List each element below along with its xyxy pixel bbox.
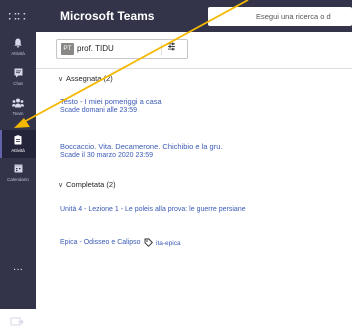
rail-item-activity[interactable]: Attività bbox=[0, 38, 36, 60]
bell-icon bbox=[0, 38, 36, 50]
rail-label: Calendario bbox=[7, 177, 29, 182]
rail-label: Team bbox=[12, 111, 24, 116]
completed-section-header[interactable]: ∨ Completata (2) bbox=[58, 180, 116, 189]
app-launcher-icon[interactable]: ∷∷ bbox=[8, 8, 26, 24]
chat-icon bbox=[0, 68, 36, 80]
app-rail: Attività Chat Team Attività Calendario ·… bbox=[0, 32, 36, 326]
app-title: Microsoft Teams bbox=[60, 9, 155, 23]
assignments-icon bbox=[0, 135, 36, 147]
completed-task-title[interactable]: Epica - Odisseo e Calipso bbox=[60, 239, 141, 246]
window-edge bbox=[352, 0, 358, 309]
team-icon bbox=[0, 98, 36, 110]
rail-label: Attività bbox=[11, 51, 25, 56]
chevron-down-icon: ∨ bbox=[58, 182, 64, 189]
calendar-icon bbox=[0, 164, 36, 176]
settings-sliders-icon[interactable] bbox=[167, 42, 176, 53]
assignments-panel: PT prof. TIDU ∨ Assegnata (2) Testo - I m… bbox=[36, 32, 352, 309]
help-icon[interactable] bbox=[10, 314, 24, 326]
tag-label[interactable]: ita-epica bbox=[156, 240, 181, 247]
assigned-section-header[interactable]: ∨ Assegnata (2) bbox=[58, 74, 113, 83]
assigned-task-title[interactable]: Boccaccio. Vita. Decamerone. Chichibio e… bbox=[60, 142, 222, 151]
assigned-task-title[interactable]: Testo - I miei pomeriggi a casa bbox=[60, 97, 162, 106]
tag-icon bbox=[144, 238, 153, 249]
header-divider bbox=[36, 68, 352, 69]
more-apps-icon[interactable]: ··· bbox=[0, 264, 36, 275]
chip-divider bbox=[161, 43, 162, 55]
rail-label: Attività bbox=[11, 148, 25, 153]
rail-item-team[interactable]: Team bbox=[0, 98, 36, 120]
assigned-task-due: Scade il 30 marzo 2020 23:59 bbox=[60, 152, 154, 159]
rail-item-calendar[interactable]: Calendario bbox=[0, 164, 36, 186]
top-bar: ∷∷ Microsoft Teams Esegui una ricerca o … bbox=[0, 0, 352, 32]
active-indicator bbox=[0, 130, 2, 158]
rail-item-assignments[interactable]: Attività bbox=[0, 130, 36, 158]
rail-item-chat[interactable]: Chat bbox=[0, 68, 36, 90]
class-selector[interactable]: PT prof. TIDU bbox=[56, 39, 188, 59]
class-name: prof. TIDU bbox=[77, 44, 114, 53]
completed-task-title[interactable]: Unità 4 - Lezione 1 - Le poleis alla pro… bbox=[60, 206, 246, 213]
class-avatar: PT bbox=[61, 43, 74, 55]
assigned-header-label: Assegnata (2) bbox=[66, 74, 113, 83]
chevron-down-icon: ∨ bbox=[58, 76, 64, 83]
rail-label: Chat bbox=[13, 81, 23, 86]
teams-window: ∷∷ Microsoft Teams Esegui una ricerca o … bbox=[0, 0, 352, 326]
completed-header-label: Completata (2) bbox=[66, 180, 116, 189]
search-input[interactable]: Esegui una ricerca o d bbox=[208, 7, 352, 26]
assigned-task-due: Scade domani alle 23:59 bbox=[60, 107, 138, 114]
